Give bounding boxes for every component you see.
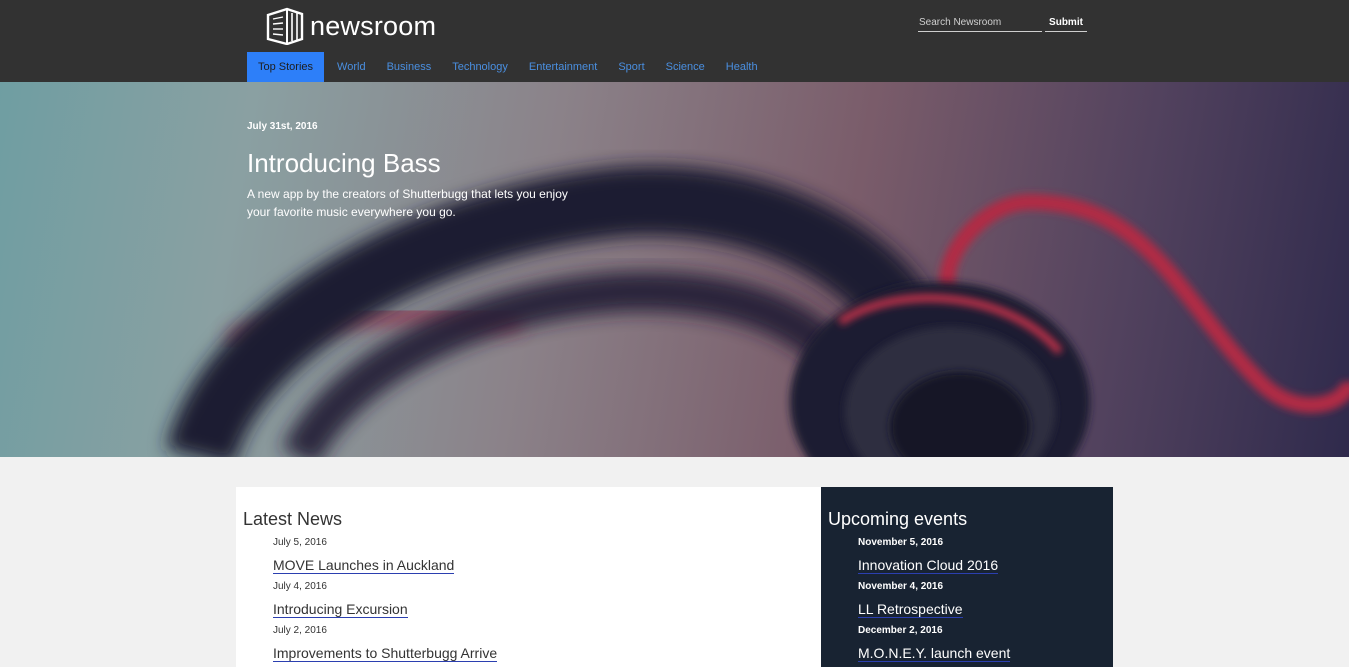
nav-item-science[interactable]: Science bbox=[658, 52, 713, 82]
nav-item-entertainment[interactable]: Entertainment bbox=[521, 52, 605, 82]
headphones-image bbox=[165, 165, 1349, 457]
news-link[interactable]: Introducing Excursion bbox=[273, 601, 408, 618]
building-logo-icon bbox=[266, 7, 304, 45]
hero-subtitle: A new app by the creators of Shutterbugg… bbox=[247, 187, 568, 219]
event-date: November 5, 2016 bbox=[858, 537, 944, 548]
event-link[interactable]: Innovation Cloud 2016 bbox=[858, 557, 999, 574]
news-link[interactable]: MOVE Launches in Auckland bbox=[273, 557, 455, 574]
submit-button[interactable]: Submit bbox=[1045, 14, 1087, 32]
event-link[interactable]: M.O.N.E.Y. launch event bbox=[858, 645, 1011, 662]
logo-text: newsroom bbox=[310, 10, 437, 41]
event-date: November 4, 2016 bbox=[858, 581, 944, 592]
hero-title[interactable]: Introducing Bass bbox=[247, 148, 441, 179]
category-nav: Top Stories World Business Technology En… bbox=[247, 52, 766, 82]
nav-item-technology[interactable]: Technology bbox=[444, 52, 516, 82]
logo[interactable]: newsroom bbox=[266, 7, 436, 45]
news-date: July 2, 2016 bbox=[273, 625, 327, 636]
top-bar: newsroom Submit Top Stories World Busine… bbox=[0, 0, 1349, 82]
hero-banner[interactable]: July 31st, 2016 Introducing Bass A new a… bbox=[0, 82, 1349, 457]
latest-news-heading: Latest News bbox=[243, 509, 343, 529]
nav-item-business[interactable]: Business bbox=[379, 52, 440, 82]
news-link[interactable]: Improvements to Shutterbugg Arrive bbox=[273, 645, 498, 662]
news-date: July 4, 2016 bbox=[273, 581, 327, 592]
event-link[interactable]: LL Retrospective bbox=[858, 601, 963, 618]
search-input[interactable] bbox=[918, 14, 1042, 32]
nav-item-health[interactable]: Health bbox=[718, 52, 766, 82]
nav-item-top-stories[interactable]: Top Stories bbox=[247, 52, 325, 82]
news-date: July 5, 2016 bbox=[273, 537, 327, 548]
nav-item-world[interactable]: World bbox=[329, 52, 374, 82]
upcoming-events-panel: Upcoming events November 5, 2016 Innovat… bbox=[821, 487, 1113, 667]
event-date: December 2, 2016 bbox=[858, 625, 943, 636]
hero-date: July 31st, 2016 bbox=[247, 121, 318, 132]
nav-item-sport[interactable]: Sport bbox=[610, 52, 652, 82]
latest-news-panel: Latest News July 5, 2016 MOVE Launches i… bbox=[236, 487, 821, 667]
upcoming-events-heading: Upcoming events bbox=[828, 509, 968, 529]
